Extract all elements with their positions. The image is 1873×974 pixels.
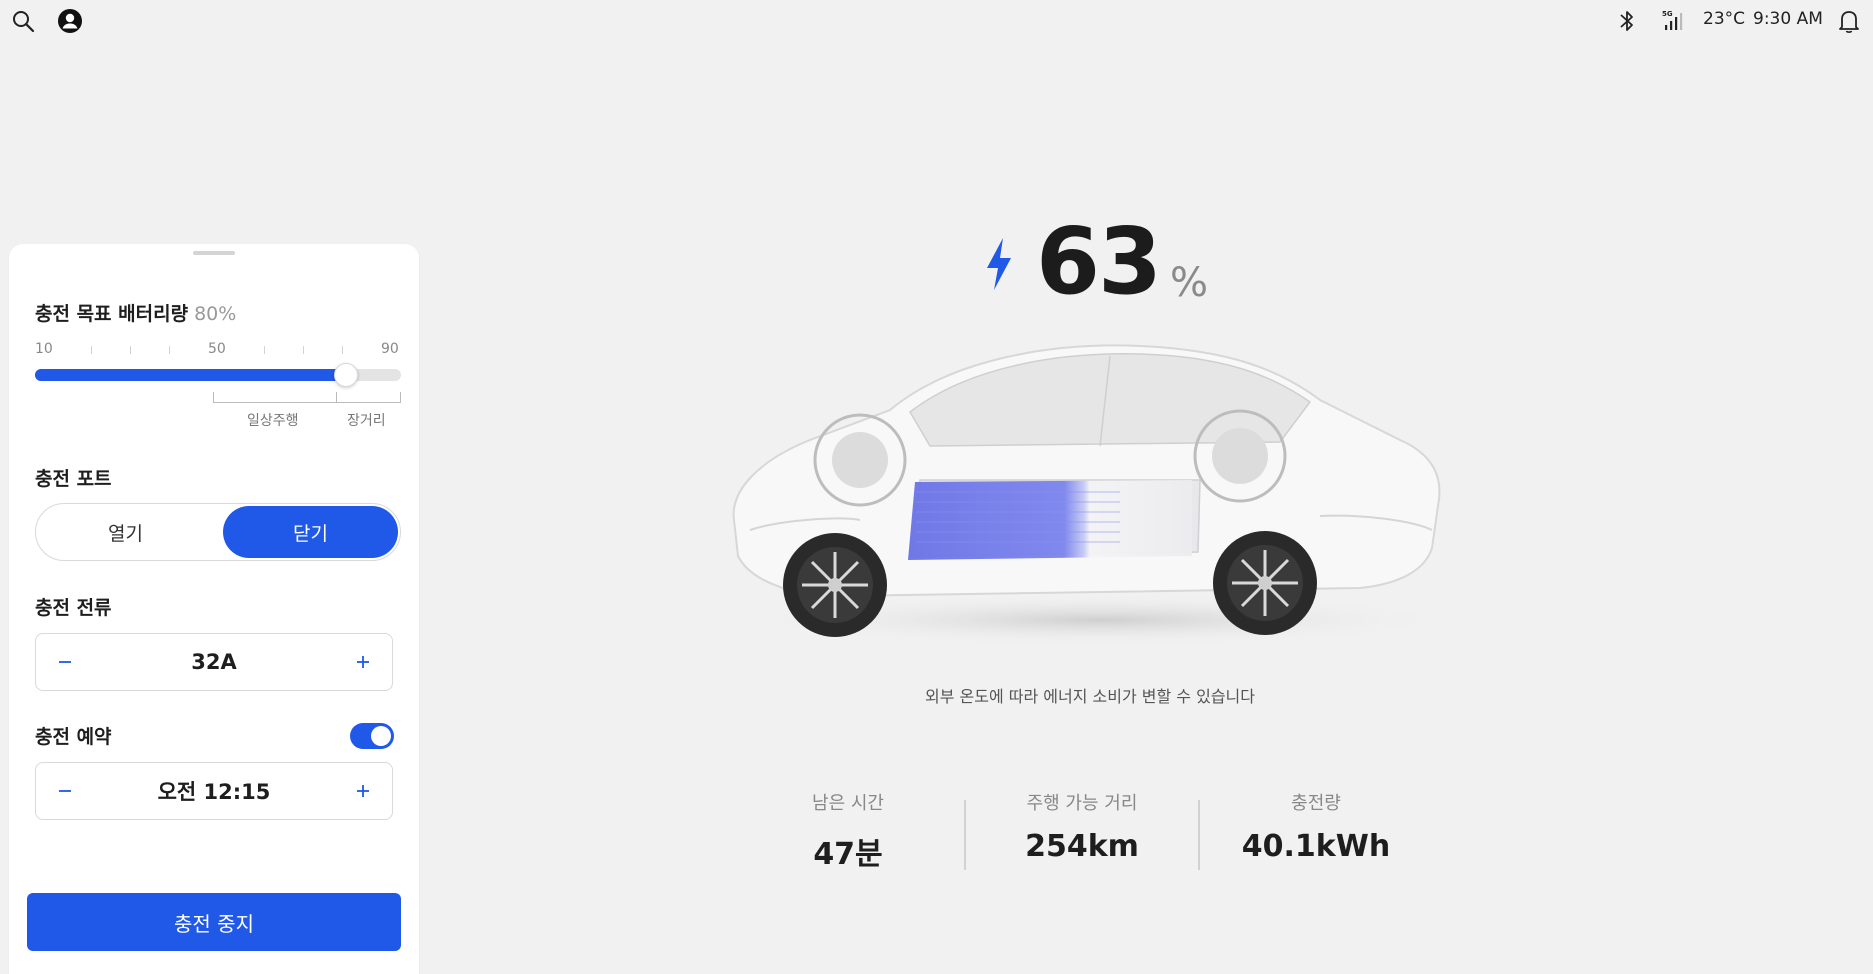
time-decrease-button[interactable]	[36, 763, 94, 819]
charge-schedule-title: 충전 예약	[35, 726, 112, 748]
tick-mark	[91, 346, 92, 354]
tick-mark	[130, 346, 131, 354]
stat-charged-energy: 충전량 40.1kWh	[1216, 789, 1416, 864]
stat-driving-range: 주행 가능 거리 254km	[982, 789, 1182, 864]
current-decrease-button[interactable]	[36, 634, 94, 690]
schedule-time-value: 오전 12:15	[157, 780, 271, 804]
minus-icon	[59, 790, 71, 792]
stat-value: 254km	[1025, 829, 1139, 864]
charge-settings-panel: 충전 목표 배터리량 80% 10 50 90 일상주행 장거리 충전 포트 열기…	[9, 244, 419, 974]
tick-mark	[342, 346, 343, 354]
bluetooth-icon[interactable]	[1614, 8, 1640, 34]
front-wheel	[783, 533, 887, 637]
battery-unit: %	[1170, 260, 1209, 306]
port-open-button[interactable]: 열기	[38, 506, 213, 558]
battery-percent: 63	[1036, 208, 1162, 315]
schedule-time-stepper: 오전 12:15	[35, 762, 393, 820]
charge-target-value: 80%	[194, 303, 237, 325]
charge-port-title: 충전 포트	[35, 468, 112, 490]
daily-range-label: 일상주행	[247, 413, 299, 429]
battery-level: 63 %	[1036, 208, 1208, 308]
tick-mark	[169, 346, 170, 354]
slider-fill	[35, 369, 346, 381]
energy-note: 외부 온도에 따라 에너지 소비가 변할 수 있습니다	[924, 687, 1255, 706]
stat-divider	[964, 800, 966, 870]
stat-label: 주행 가능 거리	[1026, 793, 1138, 814]
drag-handle[interactable]	[193, 251, 235, 255]
stat-label: 충전량	[1291, 793, 1341, 814]
current-increase-button[interactable]	[334, 634, 392, 690]
profile-icon[interactable]	[57, 8, 83, 34]
port-close-button[interactable]: 닫기	[223, 506, 398, 558]
stat-value: 47분	[813, 837, 883, 872]
rear-wheel	[1213, 531, 1317, 635]
charge-current-stepper: 32A	[35, 633, 393, 691]
tick-mark	[264, 346, 265, 354]
tick-mark	[303, 346, 304, 354]
plus-icon	[357, 785, 369, 797]
svg-text:5G: 5G	[1662, 10, 1673, 18]
long-range-bracket	[337, 392, 401, 403]
bell-icon[interactable]	[1836, 8, 1862, 34]
schedule-toggle[interactable]	[350, 723, 394, 749]
tick-label-90: 90	[381, 341, 399, 357]
slider-thumb[interactable]	[334, 363, 358, 387]
temperature-readout: 23°C	[1703, 9, 1746, 29]
clock: 9:30 AM	[1753, 9, 1823, 29]
signal-5g-icon: 5G	[1661, 8, 1689, 34]
tick-label-10: 10	[35, 341, 53, 357]
long-range-label: 장거리	[347, 413, 386, 429]
charge-current-title: 충전 전류	[35, 597, 112, 619]
time-increase-button[interactable]	[334, 763, 392, 819]
stat-label: 남은 시간	[812, 793, 884, 814]
charge-target-slider[interactable]	[35, 363, 401, 387]
stat-value: 40.1kWh	[1241, 829, 1391, 864]
bolt-icon	[984, 238, 1014, 294]
tick-label-50: 50	[208, 341, 226, 357]
status-bar: 5G 23°C 9:30 AM	[0, 0, 1873, 42]
minus-icon	[59, 661, 71, 663]
car-illustration	[720, 330, 1480, 654]
charge-target-label: 충전 목표 배터리량	[35, 303, 189, 325]
stat-divider	[1198, 800, 1200, 870]
daily-range-bracket	[213, 392, 337, 403]
toggle-knob	[371, 726, 391, 746]
search-icon[interactable]	[10, 8, 36, 34]
charge-port-toggle: 열기 닫기	[35, 503, 401, 561]
stat-remaining-time: 남은 시간 47분	[748, 789, 948, 873]
charge-target-title: 충전 목표 배터리량 80%	[35, 299, 236, 326]
current-value: 32A	[191, 650, 237, 674]
stop-charging-button[interactable]: 충전 중지	[27, 893, 401, 951]
plus-icon	[357, 656, 369, 668]
